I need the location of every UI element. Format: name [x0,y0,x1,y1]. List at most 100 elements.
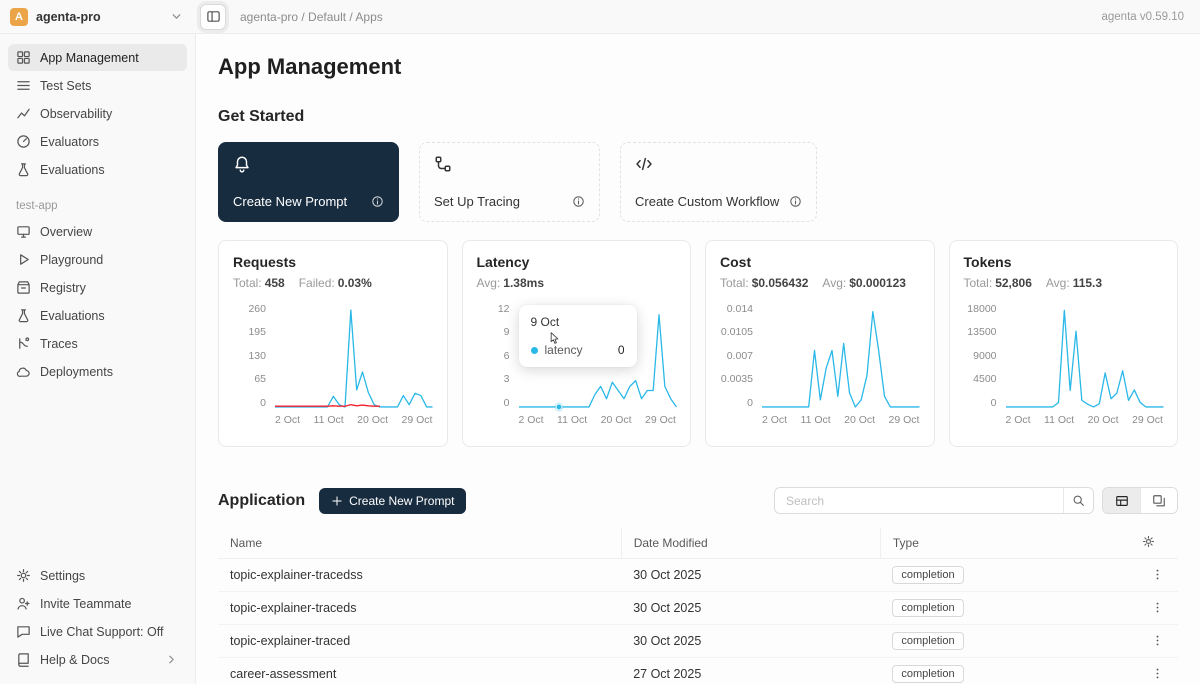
sidebar-item-help-docs[interactable]: Help & Docs [8,646,187,673]
search-box [774,487,1094,514]
table-header-row: Name Date Modified Type [218,528,1178,558]
chart-plot [1006,304,1164,408]
dots-vertical-icon [1151,667,1164,680]
sidebar-panel-icon [206,9,221,24]
tooltip-date: 9 Oct [531,315,625,329]
get-started-card-create-custom-workflow[interactable]: Create Custom Workflow [620,142,817,222]
app-name-cell[interactable]: topic-explainer-traced [218,624,621,657]
table-view-button[interactable] [1103,488,1140,513]
table-row-career-assessment[interactable]: career-assessment 27 Oct 2025 completion [218,657,1178,684]
y-tick: 0 [747,398,753,409]
sidebar-item-traces[interactable]: Traces [8,330,187,357]
stat-metric: Total:52,806 [964,276,1032,290]
table-settings-icon[interactable] [1142,535,1155,548]
line-chart: 1800013500900045000 2 Oct11 Oct20 Oct29 … [964,304,1164,426]
get-started-card-label: Create New Prompt [233,194,347,209]
user-plus-icon [16,596,31,611]
sidebar-item-observability[interactable]: Observability [8,100,187,127]
y-tick: 13500 [967,327,996,338]
sidebar-item-registry[interactable]: Registry [8,274,187,301]
create-new-prompt-label: Create New Prompt [349,494,454,508]
monitor-icon [16,224,31,239]
y-tick: 65 [254,374,266,385]
workspace-switcher[interactable]: A agenta-pro [0,8,196,26]
y-tick: 0 [991,398,997,409]
column-header-type[interactable]: Type [880,528,1130,558]
get-started-card-create-new-prompt[interactable]: Create New Prompt [218,142,399,222]
y-tick: 6 [504,351,510,362]
x-tick: 29 Oct [889,414,920,426]
sidebar-item-app-management[interactable]: App Management [8,44,187,71]
chart-plot [275,304,433,408]
stat-metric: Avg:115.3 [1046,276,1102,290]
sidebar-item-test-sets[interactable]: Test Sets [8,72,187,99]
row-menu-button[interactable] [1149,665,1166,682]
sidebar-item-evaluations[interactable]: Evaluations [8,156,187,183]
line-chart: 260195130650 2 Oct11 Oct20 Oct29 Oct [233,304,433,426]
app-date-modified-cell: 27 Oct 2025 [621,657,880,684]
column-header-name[interactable]: Name [218,528,621,558]
stat-metric: Total:$0.056432 [720,276,808,290]
cloud-icon [16,364,31,379]
chart-y-axis: 1800013500900045000 [964,304,1006,408]
x-tick: 29 Oct [402,414,433,426]
search-input[interactable] [775,488,1063,513]
get-started-title: Get Started [218,108,1178,126]
sidebar-item-overview[interactable]: Overview [8,218,187,245]
sidebar-item-settings[interactable]: Settings [8,562,187,589]
sidebar-item-invite-teammate[interactable]: Invite Teammate [8,590,187,617]
sidebar-item-evaluators[interactable]: Evaluators [8,128,187,155]
y-tick: 9 [504,327,510,338]
row-menu-button[interactable] [1149,566,1166,583]
sidebar-item-label: Test Sets [40,79,91,93]
sidebar-item-label: Deployments [40,365,113,379]
y-tick: 12 [498,304,510,315]
sidebar-item-label: Evaluators [40,135,99,149]
x-tick: 11 Oct [557,414,587,426]
sidebar-item-label: Live Chat Support: Off [40,625,163,639]
x-tick: 20 Oct [1088,414,1119,426]
y-tick: 0 [260,398,266,409]
table-row-topic-explainer-traceds[interactable]: topic-explainer-traceds 30 Oct 2025 comp… [218,591,1178,624]
traces-icon [16,336,31,351]
app-name-cell[interactable]: topic-explainer-traceds [218,591,621,624]
sidebar-item-live-chat-support-off[interactable]: Live Chat Support: Off [8,618,187,645]
get-started-card-set-up-tracing[interactable]: Set Up Tracing [419,142,600,222]
table-row-topic-explainer-traced[interactable]: topic-explainer-traced 30 Oct 2025 compl… [218,624,1178,657]
info-icon[interactable] [371,195,384,208]
table-view-icon [1115,494,1129,508]
sidebar-item-label: App Management [40,51,139,65]
y-tick: 0.0035 [721,374,753,385]
info-icon[interactable] [789,195,802,208]
chart-plot [762,304,920,408]
sidebar-item-label: Observability [40,107,112,121]
search-button[interactable] [1063,488,1093,513]
table-row-topic-explainer-tracedss[interactable]: topic-explainer-tracedss 30 Oct 2025 com… [218,558,1178,591]
stat-card-title: Latency [477,254,677,270]
chart-y-axis: 260195130650 [233,304,275,408]
x-tick: 29 Oct [645,414,676,426]
x-tick: 29 Oct [1132,414,1163,426]
app-name-cell[interactable]: career-assessment [218,657,621,684]
y-tick: 130 [248,351,266,362]
stat-metric: Failed:0.03% [299,276,372,290]
row-menu-button[interactable] [1149,599,1166,616]
card-view-button[interactable] [1140,488,1177,513]
breadcrumb: agenta-pro / Default / Apps [240,10,383,24]
row-menu-button[interactable] [1149,632,1166,649]
sidebar-item-playground[interactable]: Playground [8,246,187,273]
sidebar-item-evaluations[interactable]: Evaluations [8,302,187,329]
app-type-badge: completion [892,599,963,617]
create-new-prompt-button[interactable]: Create New Prompt [319,488,466,514]
app-name-cell[interactable]: topic-explainer-tracedss [218,558,621,591]
y-tick: 195 [248,327,266,338]
stat-card-title: Tokens [964,254,1164,270]
y-tick: 0.014 [727,304,753,315]
sidebar-item-label: Overview [40,225,92,239]
column-header-date-modified[interactable]: Date Modified [621,528,880,558]
x-tick: 2 Oct [1006,414,1031,426]
search-icon [1072,494,1085,507]
sidebar-toggle-button[interactable] [200,4,226,30]
info-icon[interactable] [572,195,585,208]
sidebar-item-deployments[interactable]: Deployments [8,358,187,385]
